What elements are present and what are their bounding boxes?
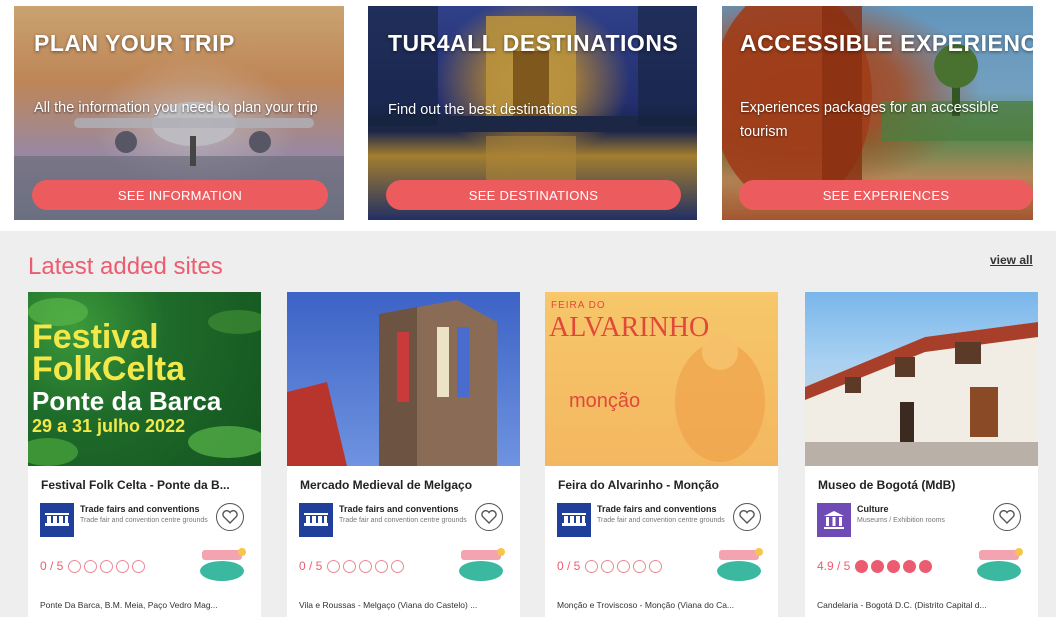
rating-dot — [100, 559, 114, 573]
rating-text: 0 / 5 — [40, 559, 64, 573]
rating-dot — [132, 559, 146, 573]
poster-title: Festival — [32, 318, 159, 356]
site-location: Vila e Roussas - Melgaço (Viana do Caste… — [299, 600, 478, 610]
hero-card-experiences[interactable]: ACCESSIBLE EXPERIENCES Experiences packa… — [722, 6, 1033, 220]
museum-icon — [817, 503, 851, 537]
poster-subtitle: monção — [569, 390, 641, 412]
rating-dot — [84, 559, 98, 573]
subcategory-label: Museums / Exhibition rooms — [857, 517, 945, 524]
heart-icon[interactable] — [733, 503, 761, 531]
trade-fair-icon — [299, 503, 333, 537]
category-label: Trade fairs and conventions — [339, 504, 459, 514]
heart-icon[interactable] — [993, 503, 1021, 531]
site-card[interactable]: Mercado Medieval de Melgaço Trade fairs … — [287, 292, 520, 617]
hero-title: ACCESSIBLE EXPERIENCES — [740, 30, 1033, 56]
rating-dot — [359, 559, 373, 573]
view-all-link[interactable]: view all — [990, 253, 1033, 267]
site-location: Monção e Troviscoso - Monção (Viana do C… — [557, 600, 735, 610]
rating: 0 / 5 — [557, 559, 663, 573]
rating-dot — [903, 559, 917, 573]
rating-dot — [633, 559, 647, 573]
category-label: Culture — [857, 504, 889, 514]
site-image[interactable]: Festival FolkCelta Ponte da Barca 29 a 3… — [28, 292, 261, 466]
site-name[interactable]: Feira do Alvarinho - Monção — [558, 478, 768, 492]
rating-dot — [585, 559, 599, 573]
accessibility-badge-icon — [459, 548, 505, 581]
hero-card-plan-trip[interactable]: PLAN YOUR TRIP All the information you n… — [14, 6, 344, 220]
subcategory-label: Trade fair and convention centre grounds — [597, 517, 725, 524]
rating-dot — [617, 559, 631, 573]
rating-dot — [375, 559, 389, 573]
site-card[interactable]: Museo de Bogotá (MdB) Culture Museums / … — [805, 292, 1038, 617]
rating-text: 4.9 / 5 — [817, 559, 851, 573]
site-name[interactable]: Museo de Bogotá (MdB) — [818, 478, 1028, 492]
site-card[interactable]: FEIRA DO ALVARINHO monção Feira do Alvar… — [545, 292, 778, 617]
poster-title: FolkCelta — [32, 350, 186, 388]
trade-fair-icon — [40, 503, 74, 537]
rating-dot — [327, 559, 341, 573]
see-experiences-button[interactable]: SEE EXPERIENCES — [739, 180, 1033, 210]
rating-dot — [601, 559, 615, 573]
poster-subtitle: Ponte da Barca — [32, 386, 222, 416]
rating-dot — [887, 559, 901, 573]
poster-dates: 29 a 31 julho 2022 — [32, 416, 186, 436]
rating-dot — [855, 559, 869, 573]
hero-title: PLAN YOUR TRIP — [34, 30, 235, 56]
page: PLAN YOUR TRIP All the information you n… — [0, 0, 1056, 617]
tower-illustration — [287, 300, 497, 466]
heart-icon[interactable] — [475, 503, 503, 531]
rating-text: 0 / 5 — [557, 559, 581, 573]
subcategory-label: Trade fair and convention centre grounds — [339, 517, 467, 524]
category-label: Trade fairs and conventions — [80, 504, 200, 514]
rating: 0 / 5 — [299, 559, 405, 573]
rating-dot — [343, 559, 357, 573]
heart-icon[interactable] — [216, 503, 244, 531]
rating-dot — [871, 559, 885, 573]
hero-text: All the information you need to plan you… — [34, 100, 318, 116]
hero-title: TUR4ALL DESTINATIONS — [388, 30, 679, 56]
accessibility-badge-icon — [200, 548, 246, 581]
site-name[interactable]: Festival Folk Celta - Ponte da B... — [41, 478, 251, 492]
site-card[interactable]: Festival FolkCelta Ponte da Barca 29 a 3… — [28, 292, 261, 617]
rating: 0 / 5 — [40, 559, 146, 573]
building-illustration — [805, 322, 1038, 466]
poster-title: ALVARINHO — [549, 312, 710, 343]
accessibility-badge-icon — [977, 548, 1023, 581]
latest-sites-section: Latest added sites view all Festival Fol… — [0, 231, 1056, 617]
see-information-button[interactable]: SEE INFORMATION — [32, 180, 328, 210]
rating-dot — [919, 559, 933, 573]
section-title: Latest added sites — [28, 253, 223, 280]
poster-kicker: FEIRA DO — [551, 300, 606, 311]
rating: 4.9 / 5 — [817, 559, 933, 573]
rating-dot — [391, 559, 405, 573]
accessibility-badge-icon — [717, 548, 763, 581]
rating-dot — [116, 559, 130, 573]
hero-text: Find out the best destinations — [388, 102, 578, 118]
hero-card-destinations[interactable]: TUR4ALL DESTINATIONS Find out the best d… — [368, 6, 697, 220]
site-image[interactable]: FEIRA DO ALVARINHO monção — [545, 292, 778, 466]
site-image[interactable] — [805, 292, 1038, 466]
site-location: Ponte Da Barca, B.M. Meia, Paço Vedro Ma… — [40, 600, 218, 610]
category-label: Trade fairs and conventions — [597, 504, 717, 514]
rating-text: 0 / 5 — [299, 559, 323, 573]
trade-fair-icon — [557, 503, 591, 537]
rating-dot — [649, 559, 663, 573]
hero-text: Experiences packages for an accessible t… — [740, 100, 999, 140]
site-name[interactable]: Mercado Medieval de Melgaço — [300, 478, 510, 492]
rating-dot — [68, 559, 82, 573]
see-destinations-button[interactable]: SEE DESTINATIONS — [386, 180, 681, 210]
site-location: Candelaria - Bogotá D.C. (Distrito Capit… — [817, 600, 987, 610]
subcategory-label: Trade fair and convention centre grounds — [80, 517, 208, 524]
site-image[interactable] — [287, 292, 520, 466]
